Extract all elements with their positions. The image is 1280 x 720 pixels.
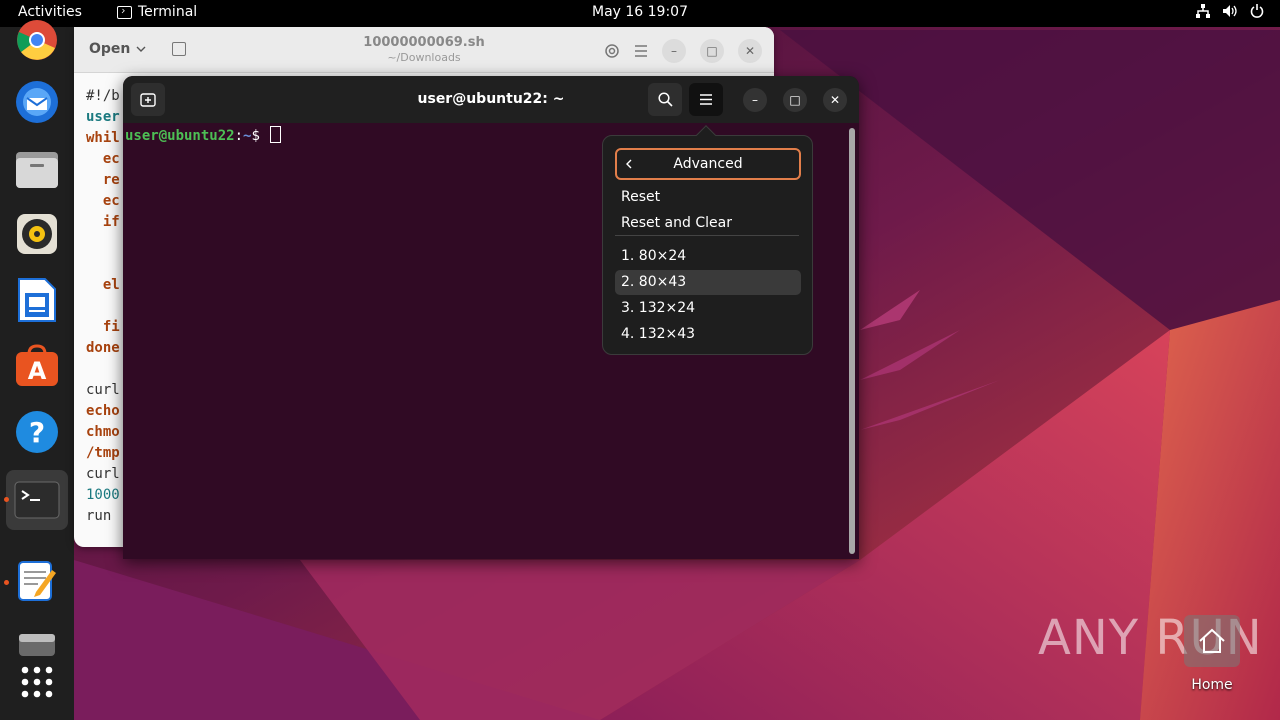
files-launcher[interactable] — [10, 142, 64, 196]
chrome-launcher[interactable] — [10, 13, 64, 67]
thunderbird-icon — [16, 81, 58, 123]
scrollbar[interactable] — [849, 128, 855, 554]
app-menu[interactable]: Terminal — [117, 4, 197, 20]
svg-text:A: A — [28, 357, 47, 385]
rhythmbox-launcher[interactable] — [10, 207, 64, 261]
new-tab-icon[interactable] — [172, 42, 186, 56]
disk-icon — [19, 634, 55, 656]
power-icon — [1250, 4, 1264, 18]
help-launcher[interactable]: ? — [10, 405, 64, 459]
svg-text:?: ? — [29, 416, 45, 449]
text-cursor — [270, 126, 282, 143]
show-apps-button[interactable] — [10, 655, 64, 709]
menu-item-reset-and-clear[interactable]: Reset and Clear — [615, 211, 801, 236]
clock[interactable]: May 16 19:07 — [592, 4, 688, 20]
dock: A ? — [0, 20, 74, 720]
chevron-down-icon — [136, 46, 146, 52]
prompt-symbol: $ — [251, 128, 260, 144]
minimize-button[interactable]: – — [662, 39, 686, 63]
help-icon: ? — [16, 411, 58, 453]
text-editor-launcher[interactable] — [10, 553, 64, 607]
system-tray[interactable] — [1196, 4, 1264, 18]
menu-item-size[interactable]: 3. 132×24 — [615, 296, 801, 321]
advanced-menu-popover: Advanced Reset Reset and Clear 1. 80×24 2… — [602, 125, 813, 355]
close-button[interactable]: ✕ — [823, 88, 847, 112]
open-button[interactable]: Open — [89, 41, 146, 57]
home-folder-icon — [1184, 615, 1240, 667]
new-tab-icon — [140, 92, 156, 107]
new-tab-button[interactable] — [131, 83, 165, 116]
advanced-label: Advanced — [673, 156, 743, 172]
close-button[interactable]: ✕ — [738, 39, 762, 63]
editor-headerbar: Open 10000000069.sh ~/Downloads – □ ✕ — [74, 27, 774, 73]
prompt-separator: : — [234, 128, 244, 144]
terminal-icon — [117, 5, 132, 19]
volume-icon — [1223, 5, 1237, 17]
menu-button[interactable] — [689, 83, 723, 116]
search-icon — [657, 92, 673, 107]
writer-icon — [18, 278, 56, 322]
menu-item-size[interactable]: 1. 80×24 — [615, 244, 801, 269]
menu-item-size[interactable]: 2. 80×43 — [615, 270, 801, 295]
settings-icon[interactable] — [604, 43, 620, 59]
running-indicator — [4, 580, 9, 585]
search-button[interactable] — [648, 83, 682, 116]
terminal-launcher[interactable] — [6, 470, 68, 530]
app-name: Terminal — [138, 4, 198, 20]
home-folder-desktop-icon[interactable]: Home — [1184, 615, 1240, 693]
terminal-icon — [14, 481, 60, 519]
app-center-launcher[interactable]: A — [10, 339, 64, 393]
text-editor-icon — [18, 561, 56, 601]
maximize-button[interactable]: □ — [783, 88, 807, 112]
hamburger-icon — [700, 94, 712, 105]
menu-icon[interactable] — [634, 45, 648, 57]
writer-launcher[interactable] — [10, 273, 64, 327]
grid-icon — [21, 666, 53, 698]
advanced-back-button[interactable]: Advanced — [615, 148, 801, 180]
thunderbird-launcher[interactable] — [10, 75, 64, 129]
minimize-button[interactable]: – — [743, 88, 767, 112]
maximize-button[interactable]: □ — [700, 39, 724, 63]
top-bar: Activities Terminal May 16 19:07 — [0, 0, 1280, 27]
prompt-user: user@ubuntu22 — [125, 128, 235, 144]
running-indicator — [4, 497, 9, 502]
network-icon — [1196, 4, 1210, 18]
home-label: Home — [1191, 677, 1233, 693]
terminal-headerbar: user@ubuntu22: ~ – □ ✕ — [123, 76, 859, 123]
chrome-icon — [17, 20, 57, 60]
menu-item-reset[interactable]: Reset — [615, 185, 801, 210]
app-center-icon: A — [16, 344, 58, 386]
open-label: Open — [89, 41, 131, 57]
menu-separator — [615, 235, 799, 236]
rhythmbox-icon — [17, 214, 57, 254]
files-icon — [16, 152, 58, 188]
menu-item-size[interactable]: 4. 132×43 — [615, 322, 801, 347]
